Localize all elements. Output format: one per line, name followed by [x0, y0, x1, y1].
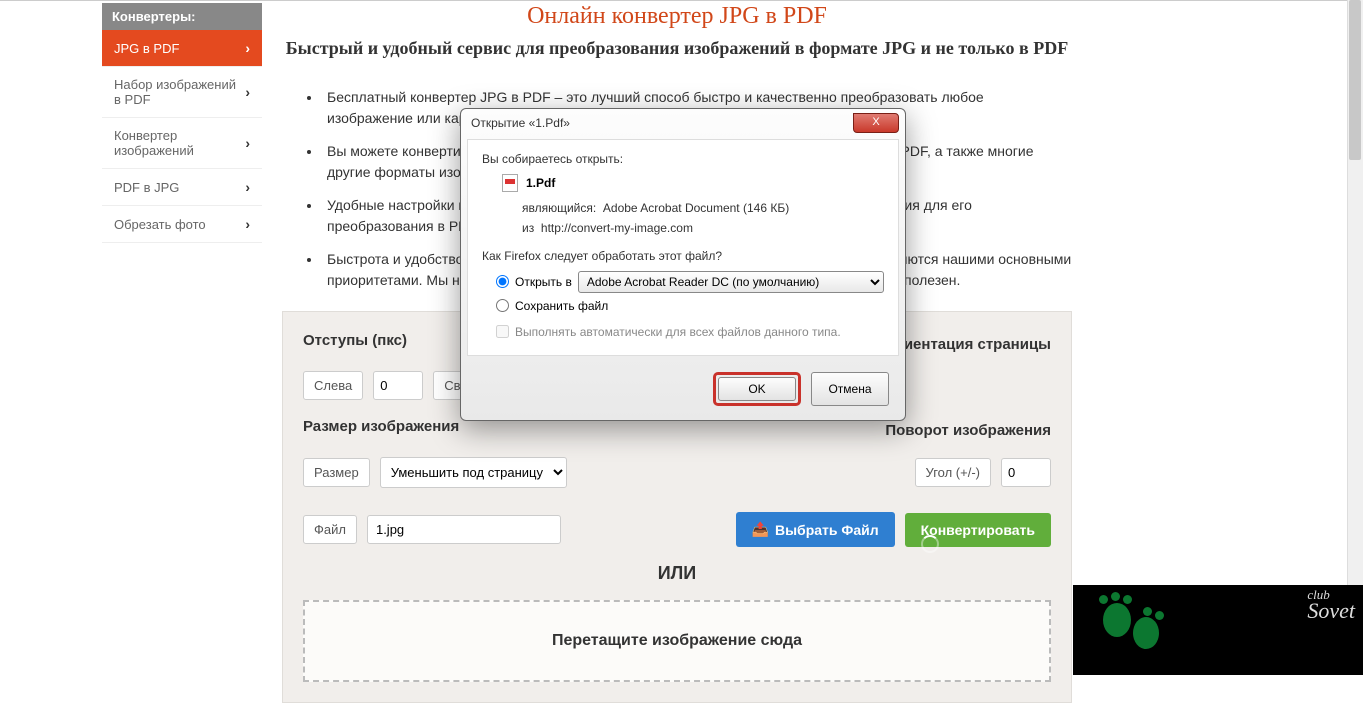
sidebar: Конвертеры: JPG в PDF › Набор изображени… [102, 3, 262, 703]
ok-highlight: OK [713, 372, 801, 406]
scrollbar[interactable] [1347, 0, 1363, 675]
save-file-label: Сохранить файл [515, 299, 608, 313]
open-with-radio[interactable] [496, 275, 509, 288]
or-separator: ИЛИ [303, 563, 1051, 584]
sidebar-item-jpg-to-pdf[interactable]: JPG в PDF › [102, 30, 262, 67]
sidebar-item-crop-photo[interactable]: Обрезать фото › [102, 206, 262, 243]
dialog-filename: 1.Pdf [526, 176, 555, 190]
choose-file-label: Выбрать Файл [775, 522, 879, 538]
open-with-select[interactable]: Adobe Acrobat Reader DC (по умолчанию) [578, 271, 884, 293]
file-open-dialog: Открытие «1.Pdf» X Вы собираетесь открыт… [460, 108, 906, 421]
choose-file-button[interactable]: 📤 Выбрать Файл [736, 512, 895, 547]
size-label: Размер [303, 458, 370, 487]
dropzone[interactable]: Перетащите изображение сюда [303, 600, 1051, 682]
type-label: являющийся: [522, 201, 596, 215]
type-value: Adobe Acrobat Document (146 КБ) [603, 201, 789, 215]
footprint-icon [1093, 595, 1173, 665]
left-input[interactable] [373, 371, 423, 400]
close-icon: X [872, 116, 879, 128]
left-label: Слева [303, 371, 363, 400]
file-label: Файл [303, 515, 357, 544]
upload-icon: 📤 [752, 521, 769, 538]
scrollbar-thumb[interactable] [1349, 0, 1361, 160]
cancel-button[interactable]: Отмена [811, 372, 889, 406]
angle-input[interactable] [1001, 458, 1051, 487]
chevron-right-icon: › [245, 40, 250, 56]
sidebar-item-label: PDF в JPG [114, 180, 179, 195]
dropzone-label: Перетащите изображение сюда [552, 632, 802, 649]
size-select[interactable]: Уменьшить под страницу [380, 457, 567, 488]
save-file-radio[interactable] [496, 299, 509, 312]
ok-button[interactable]: OK [718, 377, 796, 401]
angle-label: Угол (+/-) [915, 458, 991, 487]
open-with-label: Открыть в [515, 275, 572, 289]
spinner-icon [921, 535, 939, 553]
sidebar-item-label: Набор изображений в PDF [114, 77, 245, 107]
size-section-label: Размер изображения [303, 418, 459, 435]
pdf-icon [502, 174, 518, 192]
auto-label: Выполнять автоматически для всех файлов … [515, 325, 841, 339]
chevron-right-icon: › [245, 216, 250, 232]
from-label: из [522, 221, 534, 235]
auto-checkbox[interactable] [496, 325, 509, 338]
convert-label: Конвертировать [921, 522, 1035, 538]
dialog-question: Как Firefox следует обработать этот файл… [482, 249, 884, 263]
margins-label: Отступы (пкс) [303, 332, 407, 349]
sidebar-item-images-to-pdf[interactable]: Набор изображений в PDF › [102, 67, 262, 118]
chevron-right-icon: › [245, 84, 250, 100]
sidebar-item-image-converter[interactable]: Конвертер изображений › [102, 118, 262, 169]
chevron-right-icon: › [245, 179, 250, 195]
sidebar-item-label: Обрезать фото [114, 217, 206, 232]
close-button[interactable]: X [853, 113, 899, 133]
sidebar-item-label: JPG в PDF [114, 41, 179, 56]
chevron-right-icon: › [245, 135, 250, 151]
sidebar-item-pdf-to-jpg[interactable]: PDF в JPG › [102, 169, 262, 206]
page-title: Онлайн конвертер JPG в PDF [282, 3, 1072, 30]
watermark: club Sovet [1073, 585, 1363, 675]
orientation-label: Ориентация страницы [883, 336, 1051, 353]
rotate-section-label: Поворот изображения [885, 422, 1051, 439]
dialog-title: Открытие «1.Pdf» [471, 116, 853, 130]
sidebar-header: Конвертеры: [102, 3, 262, 30]
dialog-titlebar[interactable]: Открытие «1.Pdf» X [461, 109, 905, 133]
from-value: http://convert-my-image.com [541, 221, 693, 235]
dialog-prompt: Вы собираетесь открыть: [482, 152, 884, 166]
page-subtitle: Быстрый и удобный сервис для преобразова… [282, 38, 1072, 59]
watermark-text: club Sovet [1307, 589, 1355, 620]
sidebar-item-label: Конвертер изображений [114, 128, 245, 158]
filename-input[interactable] [367, 515, 561, 544]
